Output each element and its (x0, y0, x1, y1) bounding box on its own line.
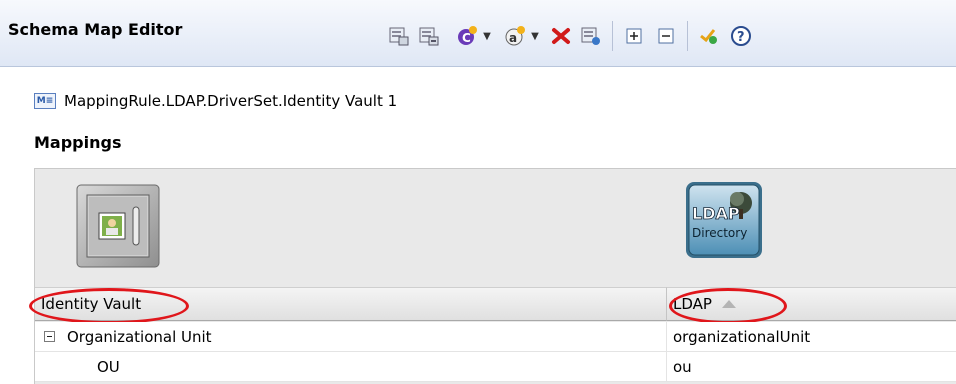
attribute-name: OU (97, 357, 120, 376)
class-name: Organizational Unit (67, 327, 212, 346)
table-row[interactable]: OU ou (35, 352, 956, 382)
chevron-down-icon[interactable]: ▼ (480, 23, 494, 49)
mapping-rule-label: MappingRule.LDAP.DriverSet.Identity Vaul… (64, 92, 398, 110)
ldap-logo-text: LDAP (692, 204, 740, 223)
svg-text:?: ? (737, 30, 745, 45)
mapping-rule-icon: M≡ (34, 93, 56, 109)
editor-title: Schema Map Editor (8, 20, 183, 39)
toolbar-separator (612, 21, 613, 51)
editor-header: Schema Map Editor C ▼ a ▼ ? (0, 0, 956, 67)
column-header-identity-vault[interactable]: Identity Vault (35, 287, 667, 321)
toolbar: C ▼ a ▼ ? (386, 21, 754, 51)
table-row[interactable]: Organizational Unit organizationalUnit (35, 322, 956, 352)
mapping-rule-name: M≡ MappingRule.LDAP.DriverSet.Identity V… (34, 90, 397, 112)
identity-vault-cell: OU (35, 352, 667, 381)
delete-icon[interactable] (548, 23, 574, 49)
expand-all-icon[interactable] (621, 23, 647, 49)
identity-vault-icon (75, 183, 163, 271)
check-icon[interactable] (696, 23, 722, 49)
column-header-ldap[interactable]: LDAP (667, 287, 956, 321)
column-header-label: LDAP (673, 295, 712, 313)
attribute-add-icon[interactable]: a (502, 23, 528, 49)
column-header-label: Identity Vault (41, 295, 142, 313)
ldap-cell: ou (673, 357, 692, 376)
svg-text:a: a (509, 31, 517, 45)
mapping-table: Organizational Unit organizationalUnit O… (35, 322, 956, 382)
ldap-directory-icon: LDAP Directory (683, 179, 765, 261)
collapse-icon[interactable] (44, 331, 55, 342)
svg-text:C: C (462, 31, 471, 45)
chevron-down-icon[interactable]: ▼ (528, 23, 542, 49)
class-add-icon[interactable]: C (454, 23, 480, 49)
ldap-cell: organizationalUnit (673, 327, 811, 346)
toolbar-separator (687, 21, 688, 51)
add-class-icon[interactable] (386, 23, 412, 49)
ldap-logo-subtext: Directory (692, 226, 747, 240)
mappings-section-title: Mappings (34, 133, 122, 152)
mappings-panel: LDAP Directory Identity Vault LDAP Organ… (29, 168, 956, 384)
add-attribute-icon[interactable] (416, 23, 442, 49)
collapse-all-icon[interactable] (653, 23, 679, 49)
refresh-schema-icon[interactable] (578, 23, 604, 49)
sort-ascending-icon (721, 300, 736, 308)
identity-vault-cell: Organizational Unit (35, 322, 667, 351)
help-icon[interactable]: ? (728, 23, 754, 49)
